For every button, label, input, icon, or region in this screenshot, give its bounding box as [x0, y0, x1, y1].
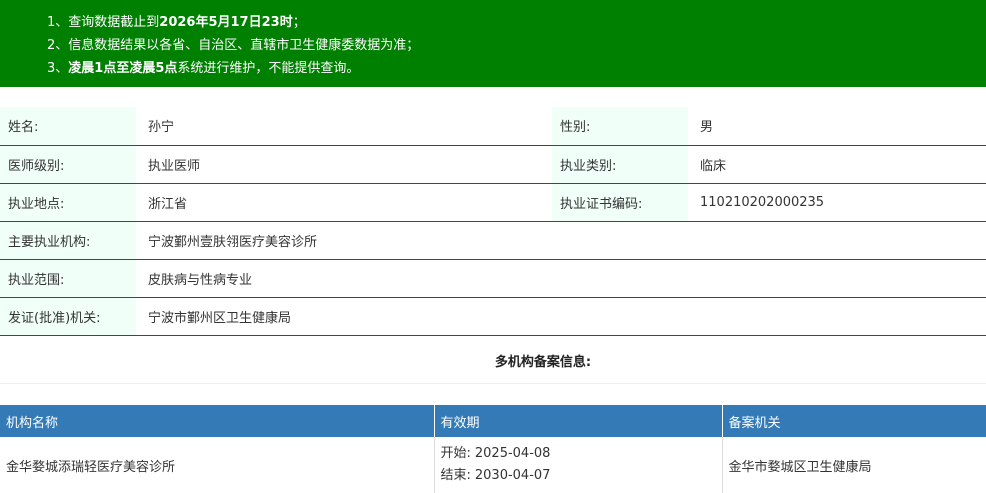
info-row-location: 执业地点: 浙江省 执业证书编码: 110210202000235: [0, 183, 986, 222]
table-row: 金华婺城添瑞轻医疗美容诊所 开始: 2025-04-08 结束: 2030-04-0…: [0, 437, 986, 493]
row-validity-period: 开始: 2025-04-08 结束: 2030-04-07: [434, 437, 723, 493]
period-start: 开始: 2025-04-08: [440, 446, 551, 461]
level-label: 医师级别:: [0, 145, 136, 184]
col-header-period: 有效期: [434, 405, 723, 437]
issuer-value: 宁波市鄞州区卫生健康局: [136, 297, 986, 336]
col-header-authority: 备案机关: [722, 405, 986, 437]
multi-registration-table: 机构名称 有效期 备案机关 金华婺城添瑞轻医疗美容诊所 开始: 2025-04-0…: [0, 405, 986, 493]
name-value: 孙宁: [136, 107, 552, 146]
gender-label: 性别:: [552, 107, 688, 146]
org-value: 宁波鄞州壹肤翎医疗美容诊所: [136, 221, 986, 260]
row-authority: 金华市婺城区卫生健康局: [728, 459, 872, 475]
info-row-scope: 执业范围: 皮肤病与性病专业: [0, 259, 986, 298]
category-label: 执业类别:: [552, 145, 688, 184]
notice-line-2: 2、信息数据结果以各省、自治区、直辖市卫生健康委数据为准；: [47, 38, 420, 53]
category-value: 临床: [688, 145, 986, 184]
data-cutoff-time: 2026年5月17日23时: [159, 15, 293, 30]
info-row-issuer: 发证(批准)机关: 宁波市鄞州区卫生健康局: [0, 297, 986, 336]
notice-line-1: 1、查询数据截止到2026年5月17日23时；: [47, 15, 306, 30]
table-header-row: 机构名称 有效期 备案机关: [0, 405, 986, 437]
org-label: 主要执业机构:: [0, 221, 136, 260]
info-row-org: 主要执业机构: 宁波鄞州壹肤翎医疗美容诊所: [0, 221, 986, 260]
location-value: 浙江省: [136, 183, 552, 222]
multi-registration-title: 多机构备案信息:: [0, 342, 986, 384]
cert-number-value: 110210202000235: [688, 183, 986, 222]
issuer-label: 发证(批准)机关:: [0, 297, 136, 336]
location-label: 执业地点:: [0, 183, 136, 222]
period-end: 结束: 2030-04-07: [440, 468, 551, 483]
row-org-name: 金华婺城添瑞轻医疗美容诊所: [0, 437, 435, 493]
name-label: 姓名:: [0, 107, 136, 146]
col-header-org: 机构名称: [0, 405, 435, 437]
scope-label: 执业范围:: [0, 259, 136, 298]
cert-number-label: 执业证书编码:: [552, 183, 688, 222]
maintenance-window: 凌晨1点至凌晨5点: [68, 61, 178, 76]
info-row-level: 医师级别: 执业医师 执业类别: 临床: [0, 145, 986, 184]
gender-value: 男: [688, 107, 986, 146]
doctor-info-table: 姓名: 孙宁 性别: 男 医师级别: 执业医师 执业类别: 临床 执业地点: 浙…: [0, 107, 986, 336]
scope-value: 皮肤病与性病专业: [136, 259, 986, 298]
level-value: 执业医师: [136, 145, 552, 184]
notice-banner: 1、查询数据截止到2026年5月17日23时； 2、信息数据结果以各省、自治区、…: [0, 0, 986, 87]
info-row-name: 姓名: 孙宁 性别: 男: [0, 107, 986, 146]
notice-line-3: 3、凌晨1点至凌晨5点系统进行维护，不能提供查询。: [47, 61, 360, 76]
